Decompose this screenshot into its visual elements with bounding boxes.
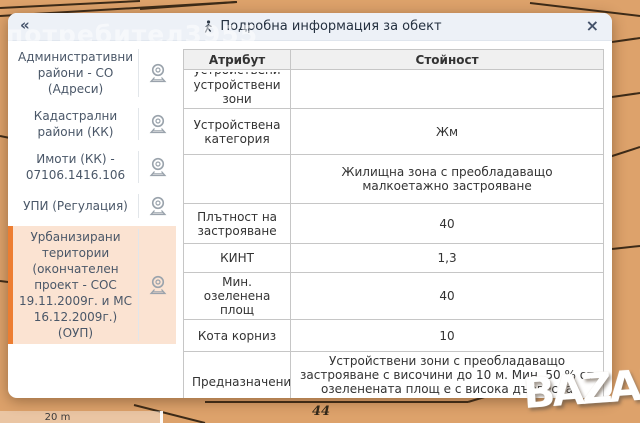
table-row: Кота корниз 10 xyxy=(182,319,604,352)
attributes-table: Атрибут Стойност устройствени устройстве… xyxy=(182,49,604,398)
sidebar-item-urbanized-territories[interactable]: Урбанизирани територии (окончателен прое… xyxy=(8,226,176,344)
layers-sidebar: Административни райони - СО (Адреси) Кад… xyxy=(8,41,176,398)
collapse-panel-button[interactable]: « xyxy=(20,16,30,34)
value-cell: Устройствени зони с преобладаващо застро… xyxy=(290,351,604,398)
attribute-cell xyxy=(182,154,292,204)
attributes-panel: Атрибут Стойност устройствени устройстве… xyxy=(176,41,612,398)
map-pin-icon xyxy=(149,196,166,216)
map-pin-icon xyxy=(149,157,166,177)
close-button[interactable]: × xyxy=(586,16,599,36)
sidebar-item-upi-regulation[interactable]: УПИ (Регулация) xyxy=(8,191,176,221)
table-row: Мин. озеленена площ 40 xyxy=(182,272,604,320)
value-cell: Жм xyxy=(290,108,604,155)
attribute-cell: Кота корниз xyxy=(182,319,292,352)
sidebar-item-cadastral-regions[interactable]: Кадастрални райони (КК) xyxy=(8,105,176,143)
sidebar-item-label: Урбанизирани територии (окончателен прое… xyxy=(19,230,132,340)
dialog-body: Административни райони - СО (Адреси) Кад… xyxy=(8,41,612,398)
parcel-label: 44 xyxy=(312,404,331,419)
sidebar-item-label: УПИ (Регулация) xyxy=(23,199,128,213)
table-row: Предназначение Устройствени зони с преоб… xyxy=(182,351,604,398)
chevron-double-left-icon: « xyxy=(20,16,30,34)
dialog-titlebar: « Подробна информация за обект × xyxy=(8,13,612,41)
value-cell: Жилищна зона с преобладаващо малкоетажно… xyxy=(290,154,604,204)
sidebar-item-properties[interactable]: Имоти (КК) - 07106.1416.106 xyxy=(8,148,176,186)
value-cell: 40 xyxy=(290,272,604,320)
sidebar-item-label: Кадастрални райони (КК) xyxy=(33,109,118,139)
map-pin-icon xyxy=(149,275,166,295)
attribute-cell: КИНТ xyxy=(182,243,292,273)
map-scale-bar: 20 m xyxy=(0,411,163,423)
scale-label: 20 m xyxy=(44,411,71,423)
sidebar-item-label: Имоти (КК) - 07106.1416.106 xyxy=(25,152,126,182)
value-cell xyxy=(290,69,604,109)
attribute-cell: Плътност на застрояване xyxy=(182,203,292,244)
dialog-title-text: Подробна информация за обект xyxy=(220,19,442,34)
table-row: Плътност на застрояване 40 xyxy=(182,203,604,244)
sidebar-item-label: Административни райони - СО (Адреси) xyxy=(18,50,134,96)
sidebar-item-admin-regions[interactable]: Административни райони - СО (Адреси) xyxy=(8,46,176,100)
column-header-value: Стойност xyxy=(290,49,604,70)
dialog-title: Подробна информация за обект xyxy=(202,19,442,34)
table-row: устройствени устройствени зони xyxy=(182,69,604,109)
value-cell: 1,3 xyxy=(290,243,604,273)
attribute-cell: Предназначение xyxy=(182,351,292,398)
person-icon xyxy=(204,19,212,33)
table-row: КИНТ 1,3 xyxy=(182,243,604,273)
map-pin-icon xyxy=(149,63,167,83)
attribute-cell: Устройствена категория xyxy=(182,108,292,155)
value-cell: 40 xyxy=(290,203,604,244)
map-pin-icon xyxy=(149,114,166,134)
table-row: Жилищна зона с преобладаващо малкоетажно… xyxy=(182,154,604,204)
close-icon: × xyxy=(585,16,599,35)
map-viewer: 20 m 44 « Подробна информация за обект × xyxy=(0,0,640,423)
attribute-cell: устройствени устройствени зони xyxy=(182,69,292,109)
attribute-cell: Мин. озеленена площ xyxy=(182,272,292,320)
column-header-attribute: Атрибут xyxy=(182,49,292,70)
object-info-dialog: « Подробна информация за обект × Админис… xyxy=(8,13,612,398)
table-header-row: Атрибут Стойност xyxy=(182,49,604,70)
table-row: Устройствена категория Жм xyxy=(182,108,604,155)
value-cell: 10 xyxy=(290,319,604,352)
